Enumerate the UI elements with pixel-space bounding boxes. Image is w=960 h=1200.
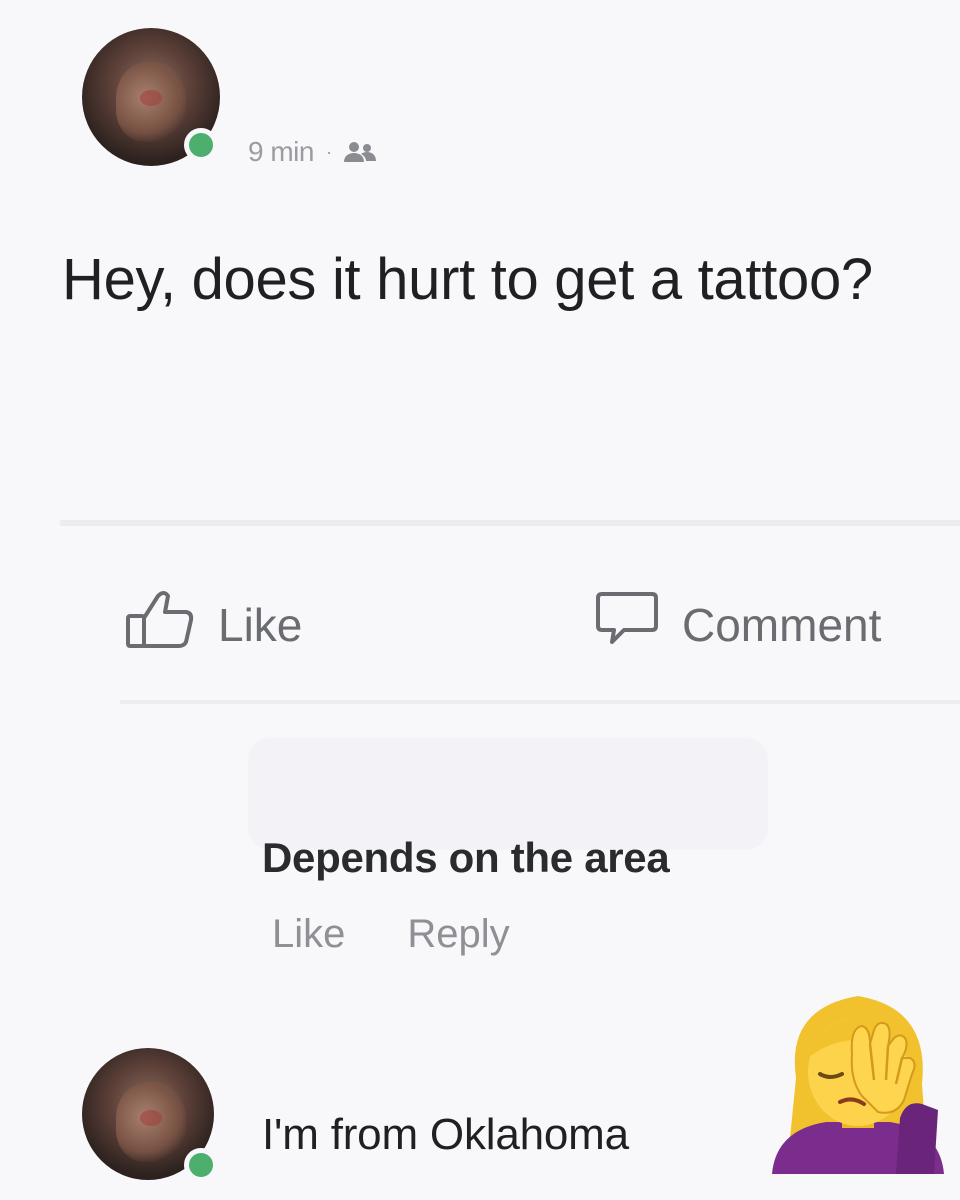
meta-separator: · [325,141,332,162]
post-time[interactable]: 9 min [248,136,314,168]
post-author-avatar[interactable] [82,28,220,166]
speech-bubble-icon [594,588,660,661]
thumbs-up-icon [124,588,196,661]
like-label: Like [218,598,303,651]
reply-link[interactable]: Reply [407,912,509,957]
online-status-icon [184,128,218,162]
post-text: Hey, does it hurt to get a tattoo? [62,247,873,312]
online-status-icon [184,1148,218,1182]
divider [60,520,960,526]
post-meta: 9 min · [248,136,377,168]
comment-text: I'm from Oklahoma [262,1110,629,1159]
divider [120,700,960,704]
comment-label: Comment [682,598,882,651]
woman-facepalming-icon [766,988,950,1174]
commenter-avatar[interactable] [82,1048,220,1186]
like-button[interactable]: Like [124,588,302,661]
reply-actions: Like Reply [272,912,510,957]
friends-icon[interactable] [343,140,377,164]
post-screen: 9 min · Hey, does it hurt to get a tatto… [0,0,960,1200]
comment-button[interactable]: Comment [594,588,881,661]
reply-like-link[interactable]: Like [272,912,345,957]
reply-text: Depends on the area [262,834,670,881]
